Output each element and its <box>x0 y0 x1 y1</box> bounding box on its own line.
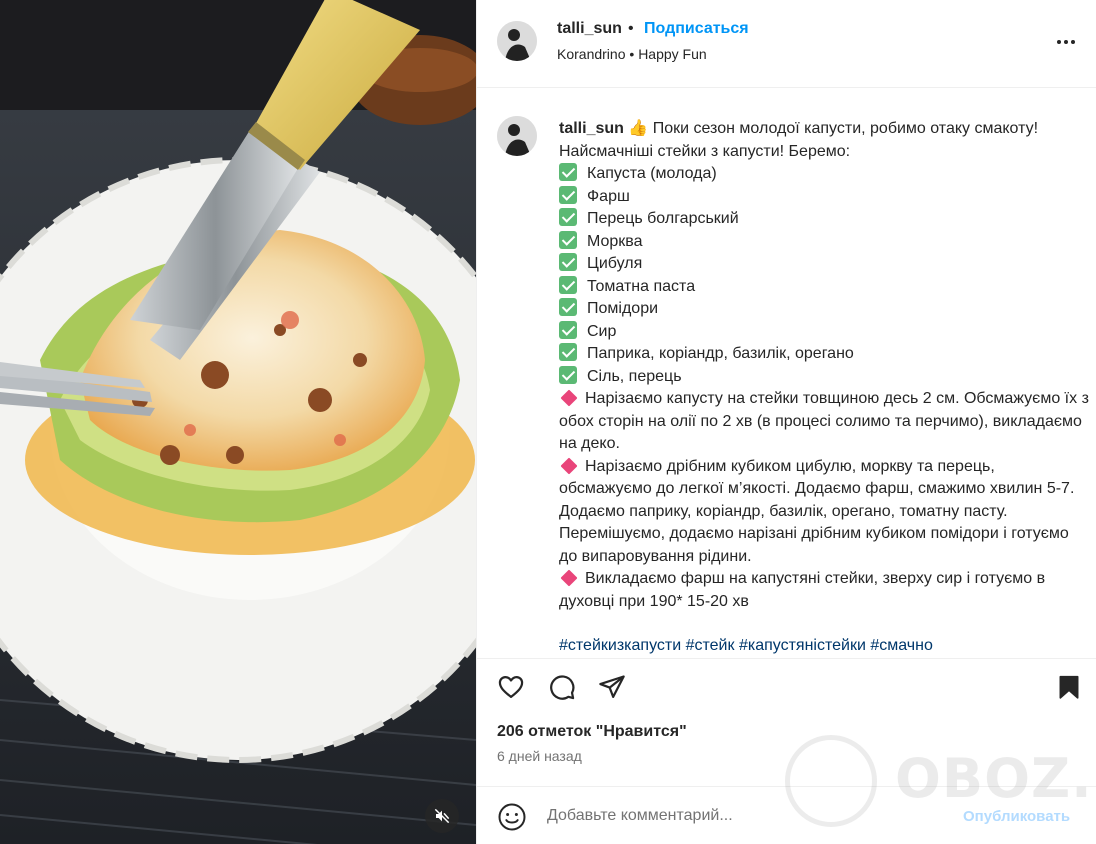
food-photo <box>0 0 476 844</box>
ingredient-item: Помідори <box>559 298 1091 321</box>
audio-separator: • <box>629 46 635 62</box>
caption-text: talli_sun 👍 Поки сезон молодої капусти, … <box>559 118 1091 658</box>
ingredient-item: Сіль, перець <box>559 365 1091 389</box>
ingredient-text: Сир <box>587 322 617 340</box>
ingredient-item: Томатна паста <box>559 275 1091 299</box>
ingredient-text: Томатна паста <box>587 277 696 295</box>
audio-track[interactable]: Happy Fun <box>638 46 706 62</box>
comment-bar: Опубликовать <box>477 786 1096 844</box>
ingredient-item: Перець болгарський <box>559 208 1091 231</box>
checkmark-icon <box>559 253 577 271</box>
post-timestamp[interactable]: 6 дней назад <box>497 748 582 764</box>
step-text: Викладаємо фарш на капустяні стейки, зве… <box>559 570 1046 610</box>
avatar[interactable] <box>497 21 537 61</box>
post-panel: talli_sun • Подписаться Korandrino • Hap… <box>476 0 1096 844</box>
ingredient-text: Морква <box>587 232 643 250</box>
share-button[interactable] <box>596 671 628 703</box>
caption-avatar[interactable] <box>497 116 537 156</box>
more-options-button[interactable] <box>1051 30 1081 54</box>
hashtag-link[interactable]: #стейк <box>686 637 735 654</box>
post-header: talli_sun • Подписаться Korandrino • Hap… <box>477 0 1096 88</box>
step-item: Викладаємо фарш на капустяні стейки, зве… <box>559 568 1091 613</box>
step-text: Нарізаємо капусту на стейки товщиною дес… <box>559 390 1089 452</box>
ingredient-list: Капуста (молода) Фарш Перець болгарський Мо… <box>559 163 1091 388</box>
ingredient-item: Капуста (молода) <box>559 163 1091 186</box>
hashtag-link[interactable]: #смачно <box>870 637 933 654</box>
ingredient-text: Паприка, коріандр, базилік, орегано <box>587 345 854 362</box>
caption-area: talli_sun 👍 Поки сезон молодої капусти, … <box>477 88 1096 658</box>
comment-input[interactable] <box>547 803 947 829</box>
hashtag-link[interactable]: #капустяністейки <box>739 637 866 654</box>
emoji-icon <box>498 803 526 831</box>
ingredient-text: Фарш <box>587 187 630 205</box>
checkmark-icon <box>559 343 577 361</box>
author-username[interactable]: talli_sun <box>557 20 622 38</box>
save-button[interactable] <box>1053 671 1085 703</box>
sound-off-icon <box>434 808 450 824</box>
step-text: Нарізаємо дрібним кубиком цибулю, моркву… <box>559 457 1075 565</box>
audio-info: Korandrino • Happy Fun <box>557 46 707 62</box>
bookmark-icon <box>1059 675 1079 699</box>
ingredient-text: Цибуля <box>587 255 643 272</box>
ingredient-text: Перець болгарський <box>587 210 739 227</box>
diamond-icon <box>560 569 578 587</box>
ingredient-text: Сіль, перець <box>587 367 682 385</box>
ingredient-item: Сир <box>559 320 1091 344</box>
step-item: Нарізаємо капусту на стейки товщиною дес… <box>559 388 1091 456</box>
heart-icon <box>498 675 524 699</box>
caption-intro: talli_sun 👍 Поки сезон молодої капусти, … <box>559 118 1091 163</box>
checkmark-icon <box>559 275 577 294</box>
header-separator: • <box>628 20 634 37</box>
checkmark-icon <box>559 365 577 384</box>
mute-button[interactable] <box>425 799 459 833</box>
like-button[interactable] <box>495 671 527 703</box>
likes-count[interactable]: 206 отметок "Нравится" <box>497 723 687 741</box>
post-media[interactable] <box>0 0 476 844</box>
more-icon <box>1057 40 1075 44</box>
ingredient-text: Помідори <box>587 300 659 317</box>
diamond-icon <box>560 457 578 474</box>
ingredient-item: Цибуля <box>559 253 1091 276</box>
share-icon <box>599 675 625 699</box>
audio-artist[interactable]: Korandrino <box>557 46 626 62</box>
publish-button[interactable]: Опубликовать <box>963 808 1070 825</box>
hashtag-list: #стейкизкапусти #стейк #капустяністейки … <box>559 635 1091 658</box>
follow-button[interactable]: Подписаться <box>644 20 749 38</box>
caption-username[interactable]: talli_sun <box>559 120 624 137</box>
checkmark-icon <box>559 230 577 249</box>
checkmark-icon <box>559 208 577 226</box>
checkmark-icon <box>559 185 577 204</box>
checkmark-icon <box>559 298 577 316</box>
checkmark-icon <box>559 163 577 181</box>
ingredient-item: Морква <box>559 230 1091 254</box>
checkmark-icon <box>559 320 577 339</box>
action-bar <box>477 658 1096 714</box>
thumbs-up-emoji: 👍 <box>628 120 649 137</box>
hashtag-link[interactable]: #стейкизкапусти <box>559 637 681 654</box>
step-item: Нарізаємо дрібним кубиком цибулю, моркву… <box>559 456 1091 569</box>
emoji-button[interactable] <box>497 802 527 832</box>
ingredient-item: Паприка, коріандр, базилік, орегано <box>559 343 1091 366</box>
step-list: Нарізаємо капусту на стейки товщиною дес… <box>559 388 1091 613</box>
comment-button[interactable] <box>546 671 578 703</box>
ingredient-text: Капуста (молода) <box>587 165 717 182</box>
diamond-icon <box>560 389 578 407</box>
ingredient-item: Фарш <box>559 185 1091 209</box>
comment-icon <box>550 675 575 700</box>
